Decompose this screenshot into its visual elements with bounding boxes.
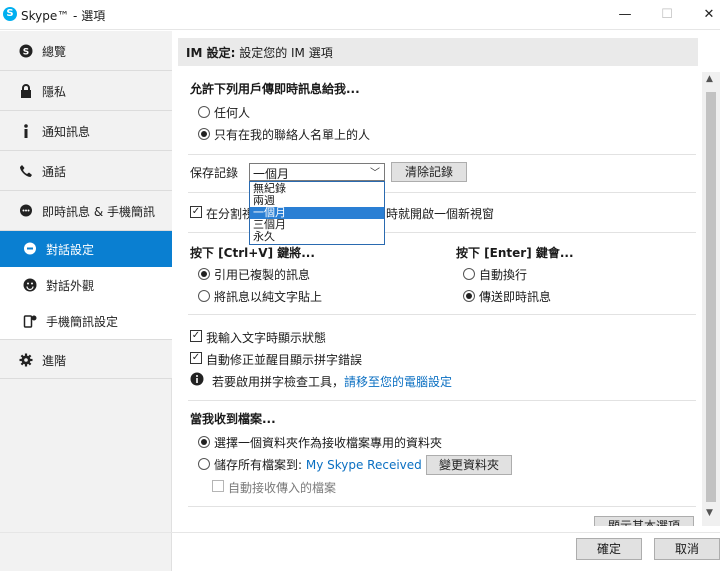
content-scrollbar[interactable]: ▲ ▼: [702, 72, 720, 526]
allow-anyone-radio[interactable]: [198, 106, 210, 118]
scroll-down-icon[interactable]: ▼: [706, 508, 713, 518]
show-advanced-options-button[interactable]: 顯示其本選項: [594, 516, 694, 526]
ok-button[interactable]: 確定: [576, 538, 642, 560]
divider: [188, 154, 696, 155]
change-folder-button[interactable]: 變更資料夾: [426, 455, 512, 475]
save-all-prefix: 儲存所有檔案到:: [214, 458, 306, 472]
options-sidebar: S 總覽 隱私 通知訊息 通話 即時訊息 & 手機簡訊 對話設定 對話外觀 手機…: [0, 31, 172, 571]
divider: [188, 314, 696, 315]
divider: [188, 506, 696, 507]
sidebar-item-im-settings[interactable]: 對話設定: [0, 231, 172, 267]
page-header: IM 設定: 設定您的 IM 選項: [178, 38, 698, 66]
info-circle-icon: [190, 372, 204, 386]
scrollbar-thumb[interactable]: [706, 92, 716, 502]
sidebar-item-label: 進階: [42, 354, 67, 368]
svg-text:S: S: [23, 48, 29, 58]
choose-folder-label: 選擇一個資料夾作為接收檔案專用的資料夾: [214, 436, 443, 450]
split-window-label-start: 在分割視: [206, 207, 255, 221]
chat-bubble-icon: [18, 203, 34, 219]
show-typing-checkbox[interactable]: ✓: [190, 330, 202, 342]
sidebar-item-label: 通話: [42, 165, 67, 179]
sidebar-item-im-sms[interactable]: 即時訊息 & 手機簡訊: [0, 191, 172, 231]
sidebar-item-sms-settings[interactable]: 手機簡訊設定: [0, 303, 172, 339]
history-select-value: 一個月: [253, 167, 290, 181]
choose-folder-radio[interactable]: [198, 436, 210, 448]
enter-key-title: 按下 [Enter] 鍵會...: [456, 246, 574, 260]
computer-settings-link[interactable]: 請移至您的電腦設定: [344, 375, 452, 389]
split-window-label-end: 時就開啟一個新視窗: [386, 207, 495, 221]
close-button[interactable]: ✕: [686, 0, 720, 30]
sidebar-item-label: 對話外觀: [46, 279, 95, 293]
autocorrect-label: 自動修正並醒目顯示拼字錯誤: [206, 353, 363, 367]
smiley-icon: [22, 277, 38, 293]
sidebar-item-label: 對話設定: [46, 243, 95, 257]
quote-copied-radio[interactable]: [198, 268, 210, 280]
phone-icon: [18, 163, 34, 179]
sidebar-item-advanced[interactable]: 進階: [0, 339, 172, 379]
sidebar-item-notifications[interactable]: 通知訊息: [0, 111, 172, 151]
cancel-button[interactable]: 取消: [654, 538, 720, 560]
sidebar-item-calls[interactable]: 通話: [0, 151, 172, 191]
quote-copied-label: 引用已複製的訊息: [214, 268, 311, 282]
send-message-label: 傳送即時訊息: [479, 290, 552, 304]
title-bar: S Skype™ - 選項 — ☐ ✕: [0, 0, 720, 30]
new-line-label: 自動換行: [479, 268, 528, 282]
divider: [188, 400, 696, 401]
window-title: Skype™ - 選項: [21, 9, 106, 23]
spell-info-text: 若要啟用拼字檢查工具，請移至您的電腦設定: [212, 373, 452, 390]
save-all-label: 儲存所有檔案到: My Skype Received Files: [214, 456, 452, 473]
save-all-radio[interactable]: [198, 458, 210, 470]
sidebar-item-label: 手機簡訊設定: [46, 315, 119, 329]
history-label: 保存記錄: [190, 166, 239, 180]
scroll-up-icon[interactable]: ▲: [706, 74, 713, 84]
footer-divider: [0, 532, 720, 533]
sidebar-item-label: 即時訊息 & 手機簡訊: [42, 205, 155, 219]
allow-contacts-only-label: 只有在我的聯絡人名單上的人: [214, 128, 371, 142]
new-line-radio[interactable]: [463, 268, 475, 280]
page-subtitle: 設定您的 IM 選項: [235, 46, 333, 60]
split-window-checkbox[interactable]: ✓: [190, 206, 202, 218]
info-icon: [18, 123, 34, 139]
show-typing-label: 我輸入文字時顯示狀態: [206, 331, 327, 345]
chat-settings-icon: [22, 241, 38, 257]
skype-icon: S: [18, 43, 34, 59]
lock-icon: [18, 83, 34, 99]
clear-history-button[interactable]: 清除記錄: [391, 162, 467, 182]
paste-plain-radio[interactable]: [198, 290, 210, 302]
sms-icon: [22, 313, 38, 329]
autocorrect-checkbox[interactable]: ✓: [190, 352, 202, 364]
skype-logo-icon: S: [3, 7, 17, 21]
settings-panel: 允許下列用戶傳即時訊息給我... 任何人 只有在我的聯絡人名單上的人 保存記錄 …: [178, 66, 698, 526]
sidebar-item-overview[interactable]: S 總覽: [0, 31, 172, 71]
spell-info-prefix: 若要啟用拼字檢查工具，: [212, 375, 345, 389]
sidebar-item-im-appearance[interactable]: 對話外觀: [0, 267, 172, 303]
files-section-title: 當我收到檔案...: [190, 412, 276, 426]
allow-contacts-only-radio[interactable]: [198, 128, 210, 140]
maximize-button[interactable]: ☐: [644, 0, 690, 30]
chevron-down-icon: ﹀: [370, 168, 380, 179]
ctrl-v-title: 按下 [Ctrl+V] 鍵將...: [190, 246, 315, 260]
minimize-button[interactable]: —: [602, 0, 648, 30]
auto-accept-label: 自動接收傳入的檔案: [228, 481, 337, 495]
sidebar-item-privacy[interactable]: 隱私: [0, 71, 172, 111]
history-select[interactable]: 一個月 ﹀: [249, 163, 385, 181]
allow-anyone-label: 任何人: [214, 106, 251, 120]
history-dropdown-list: 無紀錄 兩週 一個月 三個月 永久: [249, 181, 385, 245]
auto-accept-checkbox[interactable]: [212, 480, 224, 492]
paste-plain-label: 將訊息以純文字貼上: [214, 290, 323, 304]
sidebar-item-label: 隱私: [42, 85, 67, 99]
send-message-radio[interactable]: [463, 290, 475, 302]
sidebar-item-label: 總覽: [42, 45, 67, 59]
history-option-forever[interactable]: 永久: [250, 231, 384, 243]
sidebar-item-label: 通知訊息: [42, 125, 91, 139]
page-title: IM 設定:: [186, 46, 236, 60]
allow-section-title: 允許下列用戶傳即時訊息給我...: [190, 82, 360, 96]
gear-icon: [18, 352, 34, 368]
